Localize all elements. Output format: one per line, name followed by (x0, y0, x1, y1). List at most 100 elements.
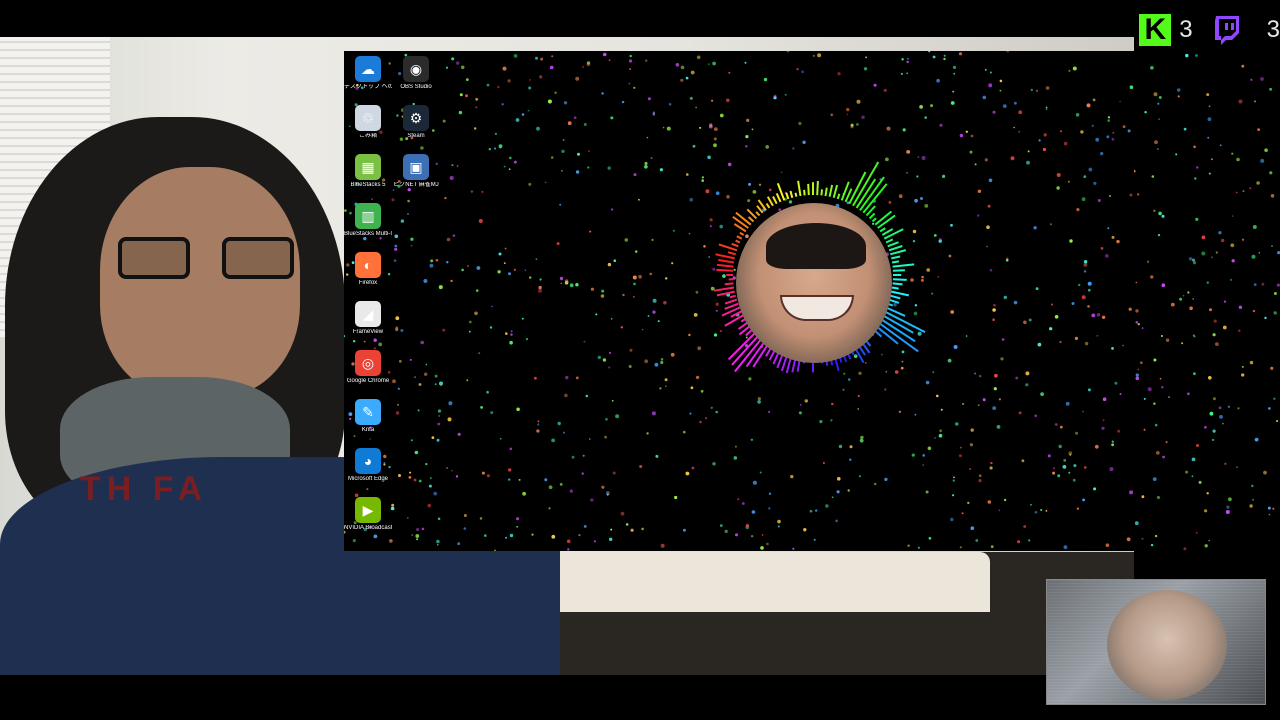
visualizer-bar (732, 215, 749, 229)
visualizer-bar (891, 286, 899, 290)
chrome-icon: ◎ (355, 350, 381, 376)
desktop-icon-label: Google Chrome (346, 378, 390, 384)
kick-logo-icon: K (1139, 14, 1172, 46)
visualizer-bar (888, 245, 903, 252)
desktop-icon-mahjong-app[interactable]: ▣ ピクNET 麻雀MJ (392, 154, 440, 189)
visualizer-bar (803, 189, 806, 196)
visualizer-bar (785, 192, 790, 200)
krita-icon: ✎ (355, 399, 381, 425)
visualizer-bar (755, 211, 761, 217)
desktop-icon-edge[interactable]: ◕ Microsoft Edge (344, 448, 392, 483)
visualizer-bar (807, 183, 810, 196)
visualizer-bar (716, 290, 735, 297)
edge-icon: ◕ (355, 448, 381, 474)
visualizer-bar (731, 333, 761, 366)
desktop-icon-label: BlueStacks 5 (350, 182, 386, 188)
visualizer-bar (775, 192, 782, 203)
visualizer-bar (713, 286, 735, 292)
desktop-icon-bluestacks-multi[interactable]: ▥ BlueStacks Multi-Instan... (344, 203, 392, 238)
visualizer-bar (824, 187, 828, 197)
obs-icon: ◉ (403, 56, 429, 82)
bedding (530, 552, 990, 612)
visualizer-bar (765, 203, 771, 209)
visualizer-bar (892, 278, 907, 281)
visualizer-bar (871, 217, 877, 223)
visualizer-bar (883, 228, 904, 240)
visualizer-bar (727, 330, 758, 361)
streamer-face (100, 167, 300, 397)
visualizer-bar (734, 336, 764, 373)
mahjong-app-icon: ▣ (403, 154, 429, 180)
desktop-icon-nvidia-broadcast[interactable]: ▶ NVIDIA Broadcast (344, 497, 392, 532)
visualizer-bar (727, 251, 736, 256)
visualizer-bar (892, 269, 905, 272)
caller-hair (766, 223, 866, 269)
visualizer-bar (772, 196, 778, 205)
desktop-icon-label: デスクトップ へのショートカット (OneDri... (344, 84, 392, 90)
hoodie-print: TH FA (80, 470, 209, 508)
visualizer-bar (859, 176, 885, 211)
visualizer-bar (716, 268, 734, 272)
nvidia-broadcast-icon: ▶ (355, 497, 381, 523)
visualizer-bar (892, 282, 903, 286)
desktop-icon-label: Microsoft Edge (347, 476, 389, 482)
visualizer-bar (828, 184, 834, 197)
desktop-icon-label: OBS Studio (400, 84, 432, 90)
visualizer-bar (724, 298, 738, 305)
desktop-icon-obs[interactable]: ◉ OBS Studio (392, 56, 440, 91)
desktop-icon-krita[interactable]: ✎ Krita (344, 399, 392, 434)
visualizer-bar (890, 249, 907, 256)
visualizer-bar (797, 180, 802, 197)
desktop-icon-label: FrameView (352, 329, 384, 335)
visualizer-bar (891, 255, 901, 260)
desktop-icon-label: Firefox (358, 280, 378, 286)
visualizer-bar (789, 190, 794, 198)
desktop-icon-frameview[interactable]: ◢ FrameView (344, 301, 392, 336)
bluestacks-icon: ▦ (355, 154, 381, 180)
visualizer-bar (736, 235, 743, 240)
visualizer-bar (718, 259, 735, 264)
visualizer-bar (868, 212, 876, 220)
visualizer-bar (747, 216, 755, 223)
desktop-icon-label: BlueStacks Multi-Instan... (344, 231, 392, 237)
desktop-icon-bluestacks[interactable]: ▦ BlueStacks 5 (344, 154, 392, 189)
twitch-viewer-count: 3 (1266, 16, 1280, 43)
visualizer-bar (729, 294, 736, 299)
desktop-icon-label: Steam (407, 133, 425, 139)
visualizer-bar (731, 242, 739, 248)
desktop-icon-label: ごみ箱 (358, 133, 377, 139)
bluestacks-multi-icon: ▥ (355, 203, 381, 229)
desktop-icon-label: Krita (361, 427, 375, 433)
frameview-icon: ◢ (355, 301, 381, 327)
star-particles-ext (1134, 53, 1280, 551)
visualizer-bar (816, 180, 819, 196)
steam-icon: ⚙ (403, 105, 429, 131)
visualizer-bar (891, 290, 910, 297)
visualizer-bar (794, 192, 798, 197)
desktop-icon-onedrive[interactable]: ☁ デスクトップ へのショートカット (OneDri... (344, 56, 392, 91)
visualizer-bar (766, 196, 774, 207)
caller-avatar (736, 203, 892, 363)
visualizer-bar (735, 211, 752, 226)
star-particles-extension (1134, 51, 1280, 551)
caller-smile (780, 295, 854, 321)
visualizer-bar (724, 282, 734, 286)
visualizer-bar (735, 239, 741, 244)
desktop-icon-chrome[interactable]: ◎ Google Chrome (344, 350, 392, 385)
visualizer-bar (836, 193, 841, 200)
recycle-bin-icon: ♲ (355, 105, 381, 131)
desktop-icon-firefox[interactable]: ◐ Firefox (344, 252, 392, 287)
visualizer-bar (724, 314, 745, 327)
desktop-icon-recycle-bin[interactable]: ♲ ごみ箱 (344, 105, 392, 140)
visualizer-bar (887, 241, 899, 248)
visualizer-bar (832, 184, 839, 198)
visualizer-bar (885, 238, 894, 244)
visualizer-bar (756, 205, 764, 214)
viewer-counters: K 3 3 (1139, 10, 1280, 50)
visualizer-bar (879, 227, 886, 233)
visualizer-bar (888, 298, 900, 304)
visualizer-bar (715, 253, 735, 260)
pip-face (1107, 590, 1227, 700)
visualizer-bar (716, 263, 734, 268)
desktop-icon-steam[interactable]: ⚙ Steam (392, 105, 440, 140)
